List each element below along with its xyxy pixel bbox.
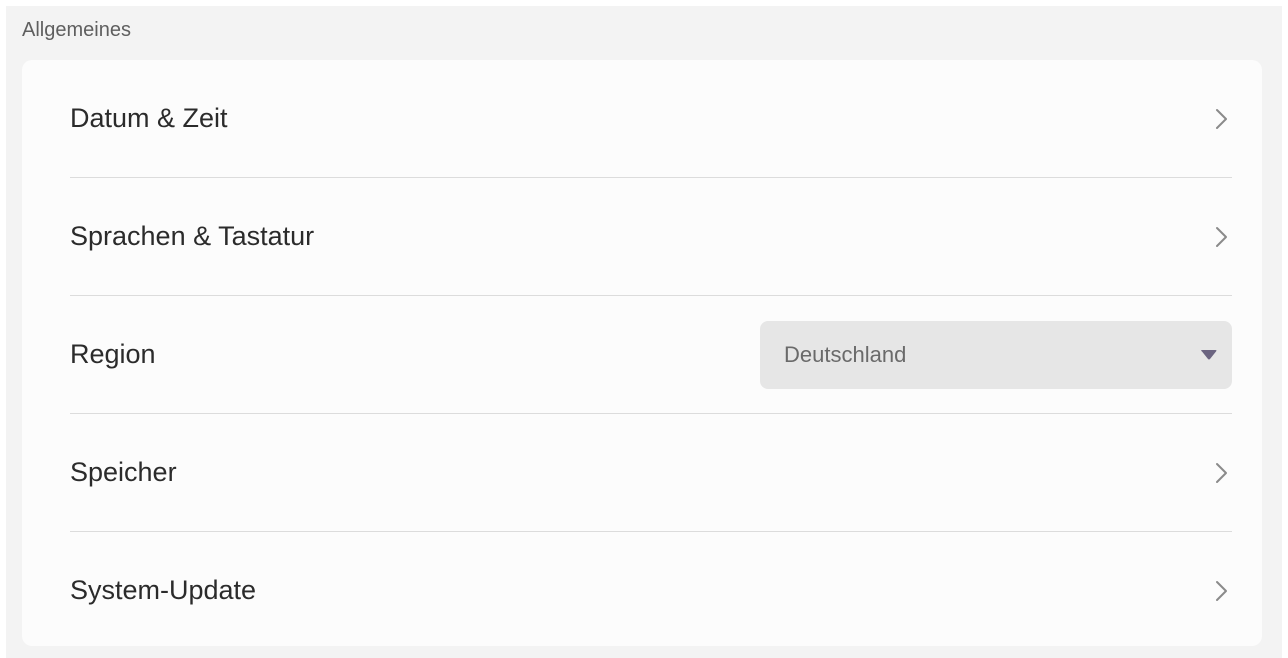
row-system-update[interactable]: System-Update [70, 532, 1232, 649]
row-datum-zeit[interactable]: Datum & Zeit [70, 60, 1232, 178]
row-label-speicher: Speicher [70, 457, 177, 487]
chevron-right-icon [1212, 579, 1232, 603]
row-label-datum-zeit: Datum & Zeit [70, 103, 228, 133]
region-select[interactable]: Deutschland [760, 320, 1232, 389]
chevron-right-icon [1212, 461, 1232, 485]
row-label-sprachen-tastatur: Sprachen & Tastatur [70, 221, 315, 251]
chevron-right-icon [1212, 107, 1232, 131]
chevron-right-icon [1212, 225, 1232, 249]
settings-card: Datum & Zeit Sprachen & Tastatur Region … [22, 60, 1262, 646]
section-title: Allgemeines [22, 19, 131, 41]
row-label-region: Region [70, 339, 156, 369]
caret-down-icon [1200, 349, 1218, 361]
row-sprachen-tastatur[interactable]: Sprachen & Tastatur [70, 178, 1232, 296]
row-region: Region Deutschland [70, 296, 1232, 414]
row-speicher[interactable]: Speicher [70, 414, 1232, 532]
row-label-system-update: System-Update [70, 575, 257, 605]
region-select-value: Deutschland [784, 341, 907, 367]
settings-panel: Allgemeines Datum & Zeit Sprachen & Tast… [6, 6, 1282, 658]
